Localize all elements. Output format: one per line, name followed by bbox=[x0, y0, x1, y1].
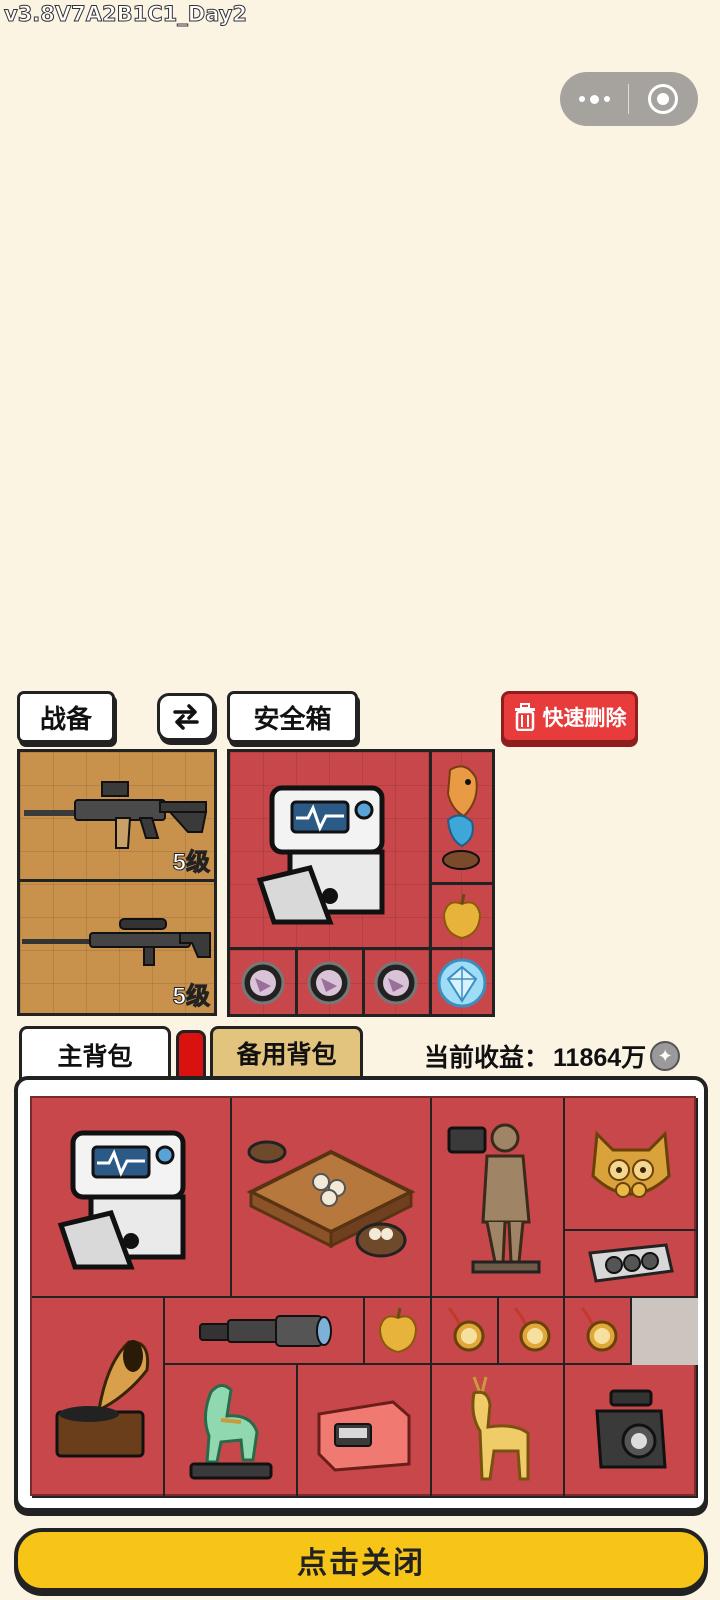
earnings-display: 当前收益： 11864万 ✦ bbox=[424, 1038, 681, 1074]
bag-item-terracotta-warrior[interactable] bbox=[432, 1098, 565, 1298]
empty-slot[interactable] bbox=[632, 1298, 698, 1365]
pocket-watch-icon bbox=[580, 1306, 617, 1351]
golden-deer-icon bbox=[470, 1375, 529, 1480]
bag-item-jade-horse[interactable] bbox=[165, 1365, 298, 1498]
go-board-icon bbox=[246, 1140, 416, 1258]
version-label: v3.8V7A2B1C1_Day2 bbox=[3, 2, 248, 27]
gear-slot-sniper[interactable]: 5级 bbox=[20, 883, 214, 1013]
bag-item-gramophone[interactable] bbox=[32, 1298, 165, 1498]
bag-item-golden-deer[interactable] bbox=[432, 1365, 565, 1498]
gem-orb-icon[interactable] bbox=[373, 960, 419, 1006]
close-miniprogram-button[interactable] bbox=[629, 72, 697, 126]
bag-item-telescope[interactable] bbox=[165, 1298, 365, 1365]
telescope-icon bbox=[199, 1314, 332, 1347]
level-label: 5级 bbox=[172, 983, 210, 1011]
incubator-icon bbox=[317, 1399, 411, 1472]
koi-fish-statue-icon[interactable] bbox=[436, 760, 486, 878]
pocket-watch-icon bbox=[513, 1306, 551, 1351]
trash-icon bbox=[514, 703, 535, 731]
close-button[interactable]: 点击关闭 bbox=[14, 1528, 708, 1592]
bag-item-golden-fox[interactable] bbox=[565, 1098, 698, 1231]
diamond-icon[interactable] bbox=[436, 957, 488, 1009]
tab-backup-bag[interactable]: 备用背包 bbox=[210, 1026, 363, 1080]
earnings-value: 11864万 bbox=[553, 1044, 647, 1072]
safe-box-panel bbox=[227, 749, 495, 1017]
bag-item-gold-pocket-watch[interactable] bbox=[432, 1298, 499, 1365]
pocket-watch-icon bbox=[447, 1306, 484, 1351]
coin-icon: ✦ bbox=[650, 1041, 681, 1071]
gear-panel: 5级 5级 bbox=[17, 749, 217, 1016]
graphics-card-icon bbox=[587, 1242, 674, 1283]
golden-apple-icon[interactable] bbox=[440, 892, 484, 942]
gem-orb-icon[interactable] bbox=[240, 960, 286, 1006]
bag-item-graphics-card[interactable] bbox=[565, 1231, 698, 1298]
mini-program-capsule[interactable] bbox=[560, 72, 698, 126]
jade-horse-icon bbox=[189, 1383, 272, 1479]
tab-safe-box[interactable]: 安全箱 bbox=[227, 691, 358, 743]
red-tab-marker bbox=[176, 1030, 206, 1080]
gear-slot-rifle[interactable]: 5级 bbox=[20, 752, 214, 882]
gem-orb-icon[interactable] bbox=[306, 960, 352, 1006]
bag-item-ecg-monitor[interactable] bbox=[32, 1098, 232, 1298]
tab-main-bag[interactable]: 主背包 bbox=[19, 1026, 171, 1080]
earnings-label: 当前收益： bbox=[424, 1044, 550, 1072]
tab-gear[interactable]: 战备 bbox=[17, 691, 115, 743]
terracotta-warrior-icon bbox=[447, 1123, 540, 1274]
golden-apple-icon bbox=[378, 1307, 417, 1353]
camera-icon bbox=[594, 1389, 667, 1468]
bag-item-gold-pocket-watch[interactable] bbox=[565, 1298, 632, 1365]
bag-item-golden-apple[interactable] bbox=[365, 1298, 432, 1365]
ecg-monitor-icon[interactable] bbox=[250, 772, 410, 932]
quick-delete-button[interactable]: 快速删除 bbox=[501, 691, 638, 743]
gramophone-icon bbox=[55, 1340, 149, 1458]
bag-item-camera[interactable] bbox=[565, 1365, 698, 1498]
swap-arrows-icon bbox=[173, 704, 199, 730]
quick-delete-label: 快速删除 bbox=[542, 707, 627, 730]
level-label: 5级 bbox=[172, 849, 210, 877]
bag-item-gold-pocket-watch[interactable] bbox=[499, 1298, 565, 1365]
bag-item-incubator[interactable] bbox=[298, 1365, 432, 1498]
main-bag-panel bbox=[14, 1076, 708, 1512]
more-menu-button[interactable] bbox=[560, 72, 628, 126]
ecg-monitor-icon bbox=[57, 1130, 186, 1270]
target-icon bbox=[648, 84, 678, 114]
bag-item-go-board[interactable] bbox=[232, 1098, 432, 1298]
bag-grid bbox=[30, 1096, 698, 1498]
swap-button[interactable] bbox=[157, 693, 215, 741]
golden-fox-icon bbox=[590, 1130, 671, 1198]
